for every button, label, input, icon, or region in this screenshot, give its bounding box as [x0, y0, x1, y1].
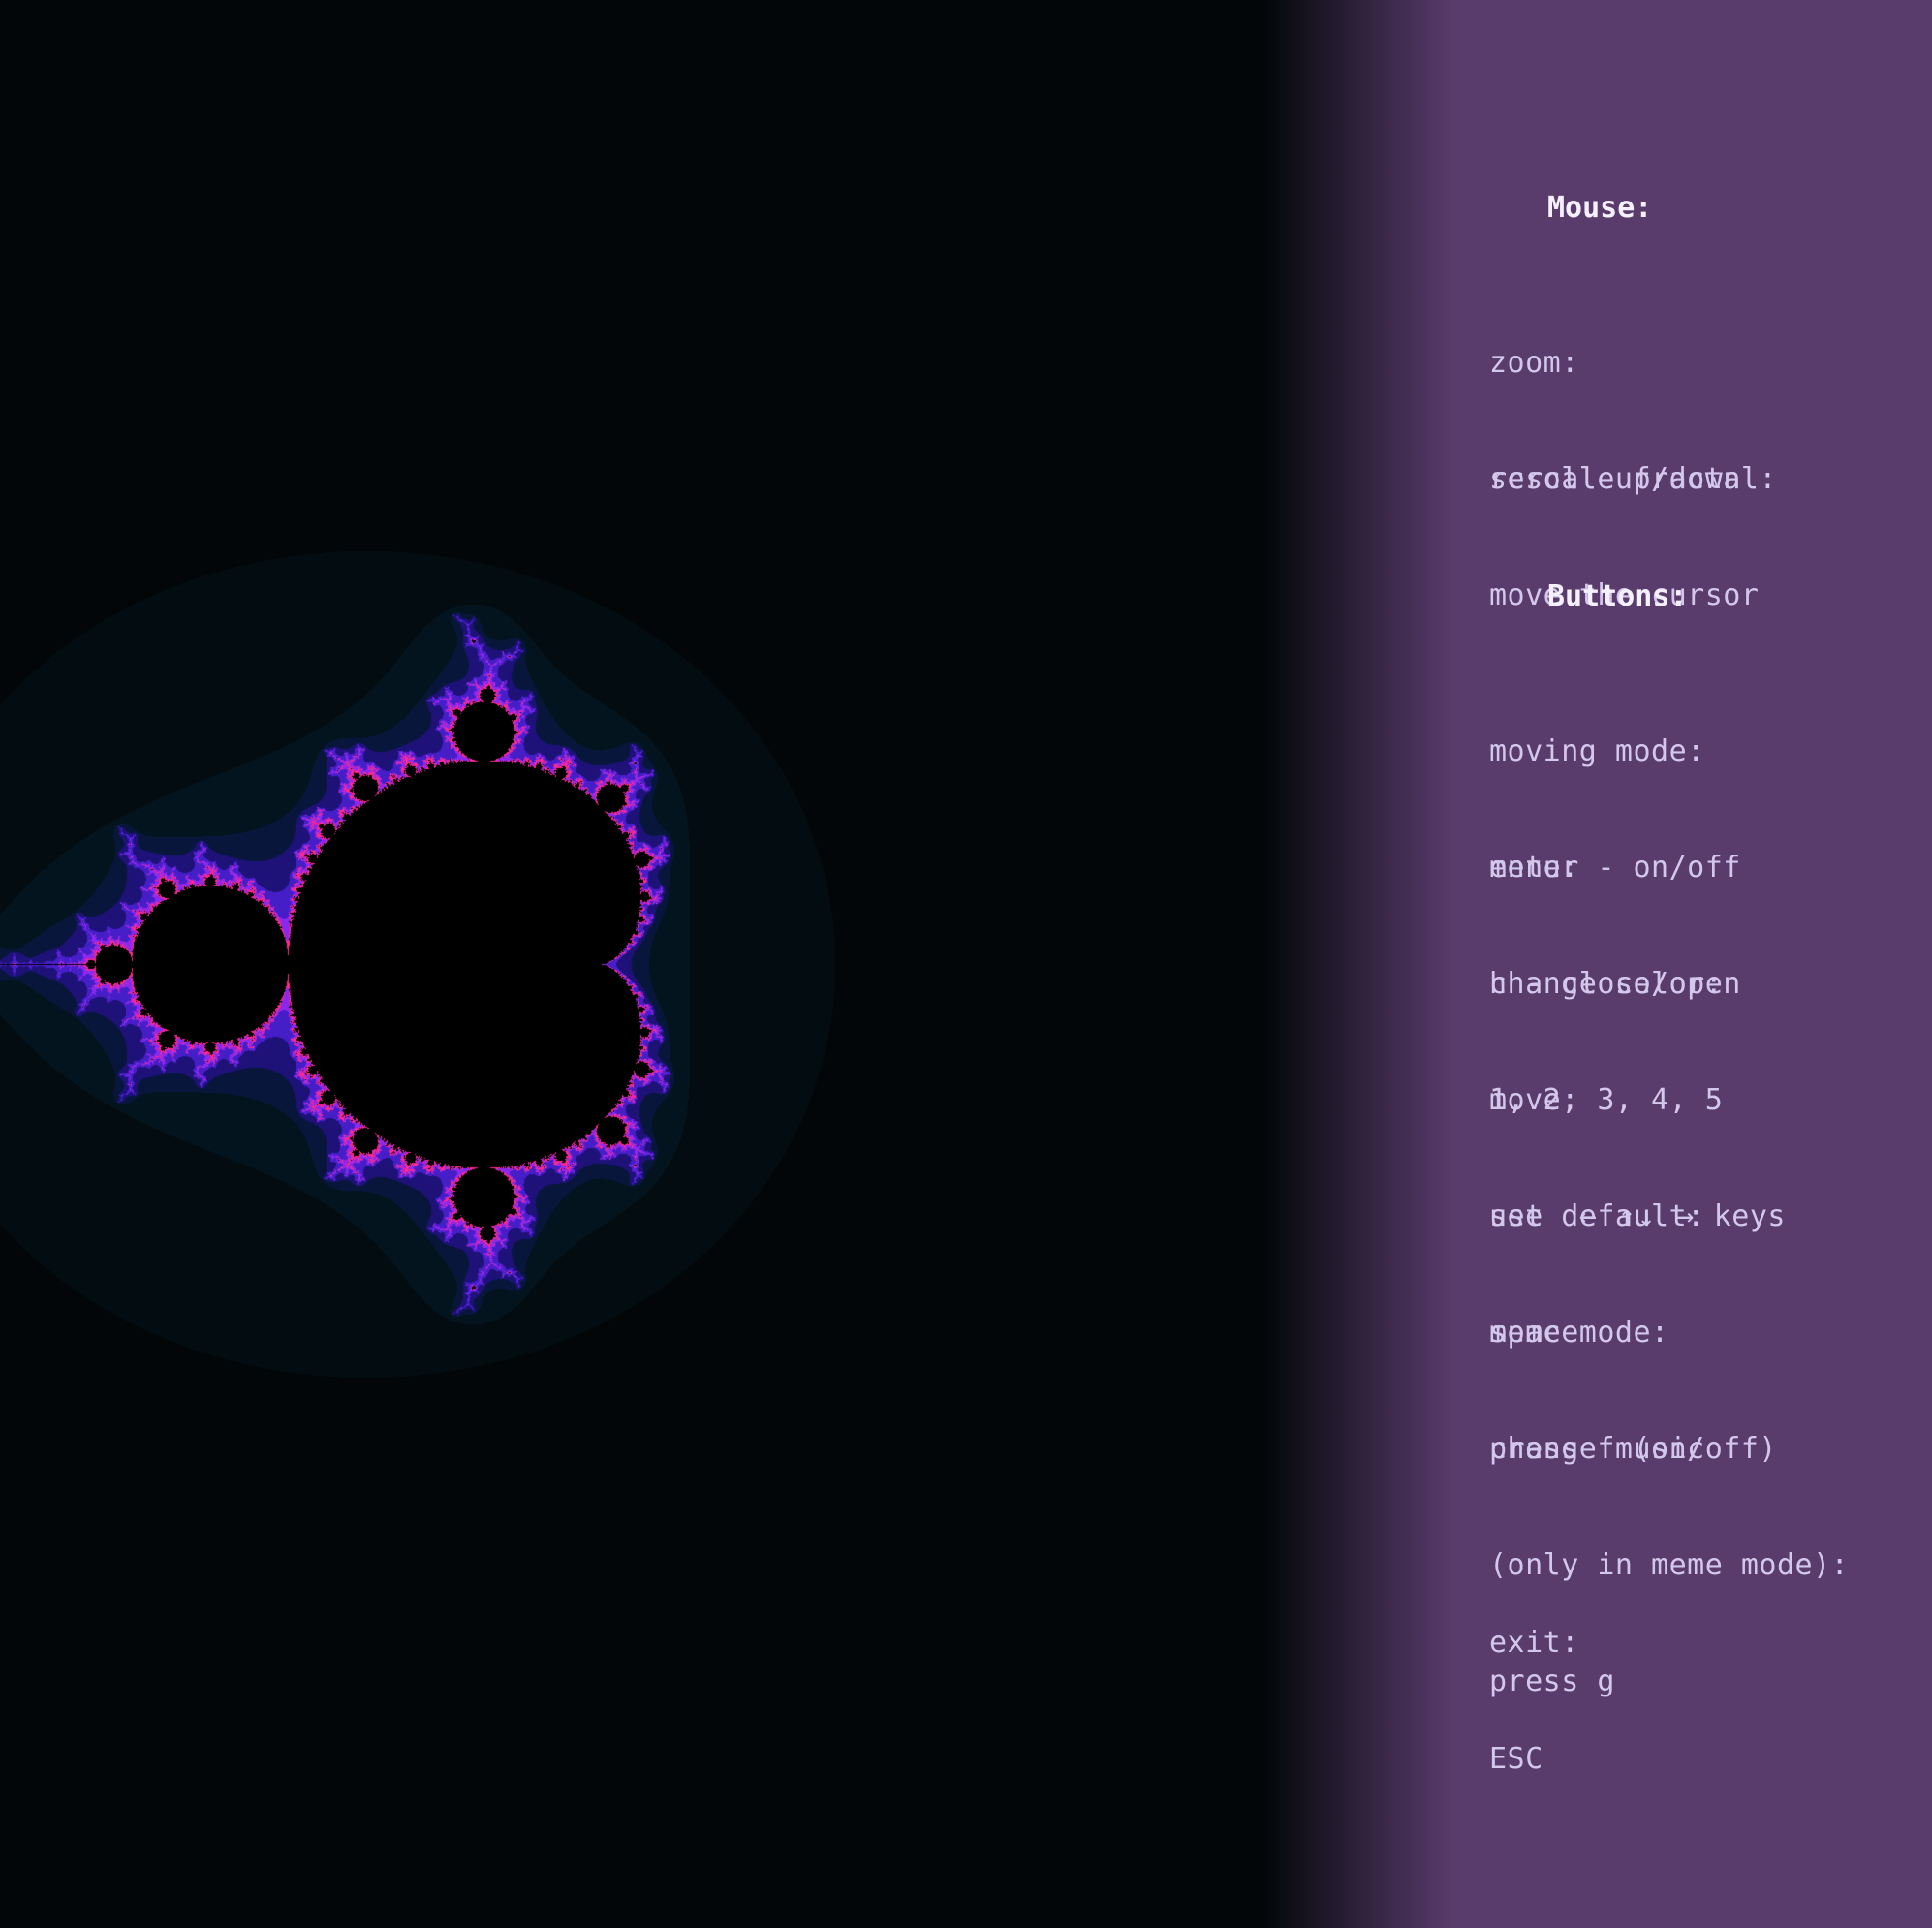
- set-default-label: set default:: [1489, 1199, 1705, 1233]
- exit-value: ESC: [1489, 1742, 1543, 1776]
- rescale-help: rescale fractal: move the cursor: [1489, 383, 1777, 693]
- mouse-heading: Mouse:: [1547, 191, 1653, 225]
- change-music-label: change music: [1489, 1432, 1705, 1466]
- meme-mode-label: meme mode:: [1489, 1316, 1669, 1350]
- buttons-heading: Buttons:: [1547, 579, 1688, 613]
- exit-help: exit: ESC: [1489, 1546, 1579, 1856]
- exit-label: exit:: [1489, 1626, 1579, 1660]
- change-color-label: change color:: [1489, 967, 1724, 1001]
- move-label: move:: [1489, 1083, 1579, 1117]
- rescale-label: rescale fractal:: [1489, 462, 1777, 496]
- menu-fade: [1260, 0, 1453, 1928]
- app-window: Mouse: zoom: scroll up/down rescale frac…: [0, 0, 1932, 1928]
- move-suffix: keys: [1713, 1199, 1786, 1233]
- moving-mode-label: moving mode:: [1489, 734, 1705, 768]
- zoom-label: zoom:: [1489, 346, 1579, 380]
- menu-label: menu:: [1489, 851, 1579, 885]
